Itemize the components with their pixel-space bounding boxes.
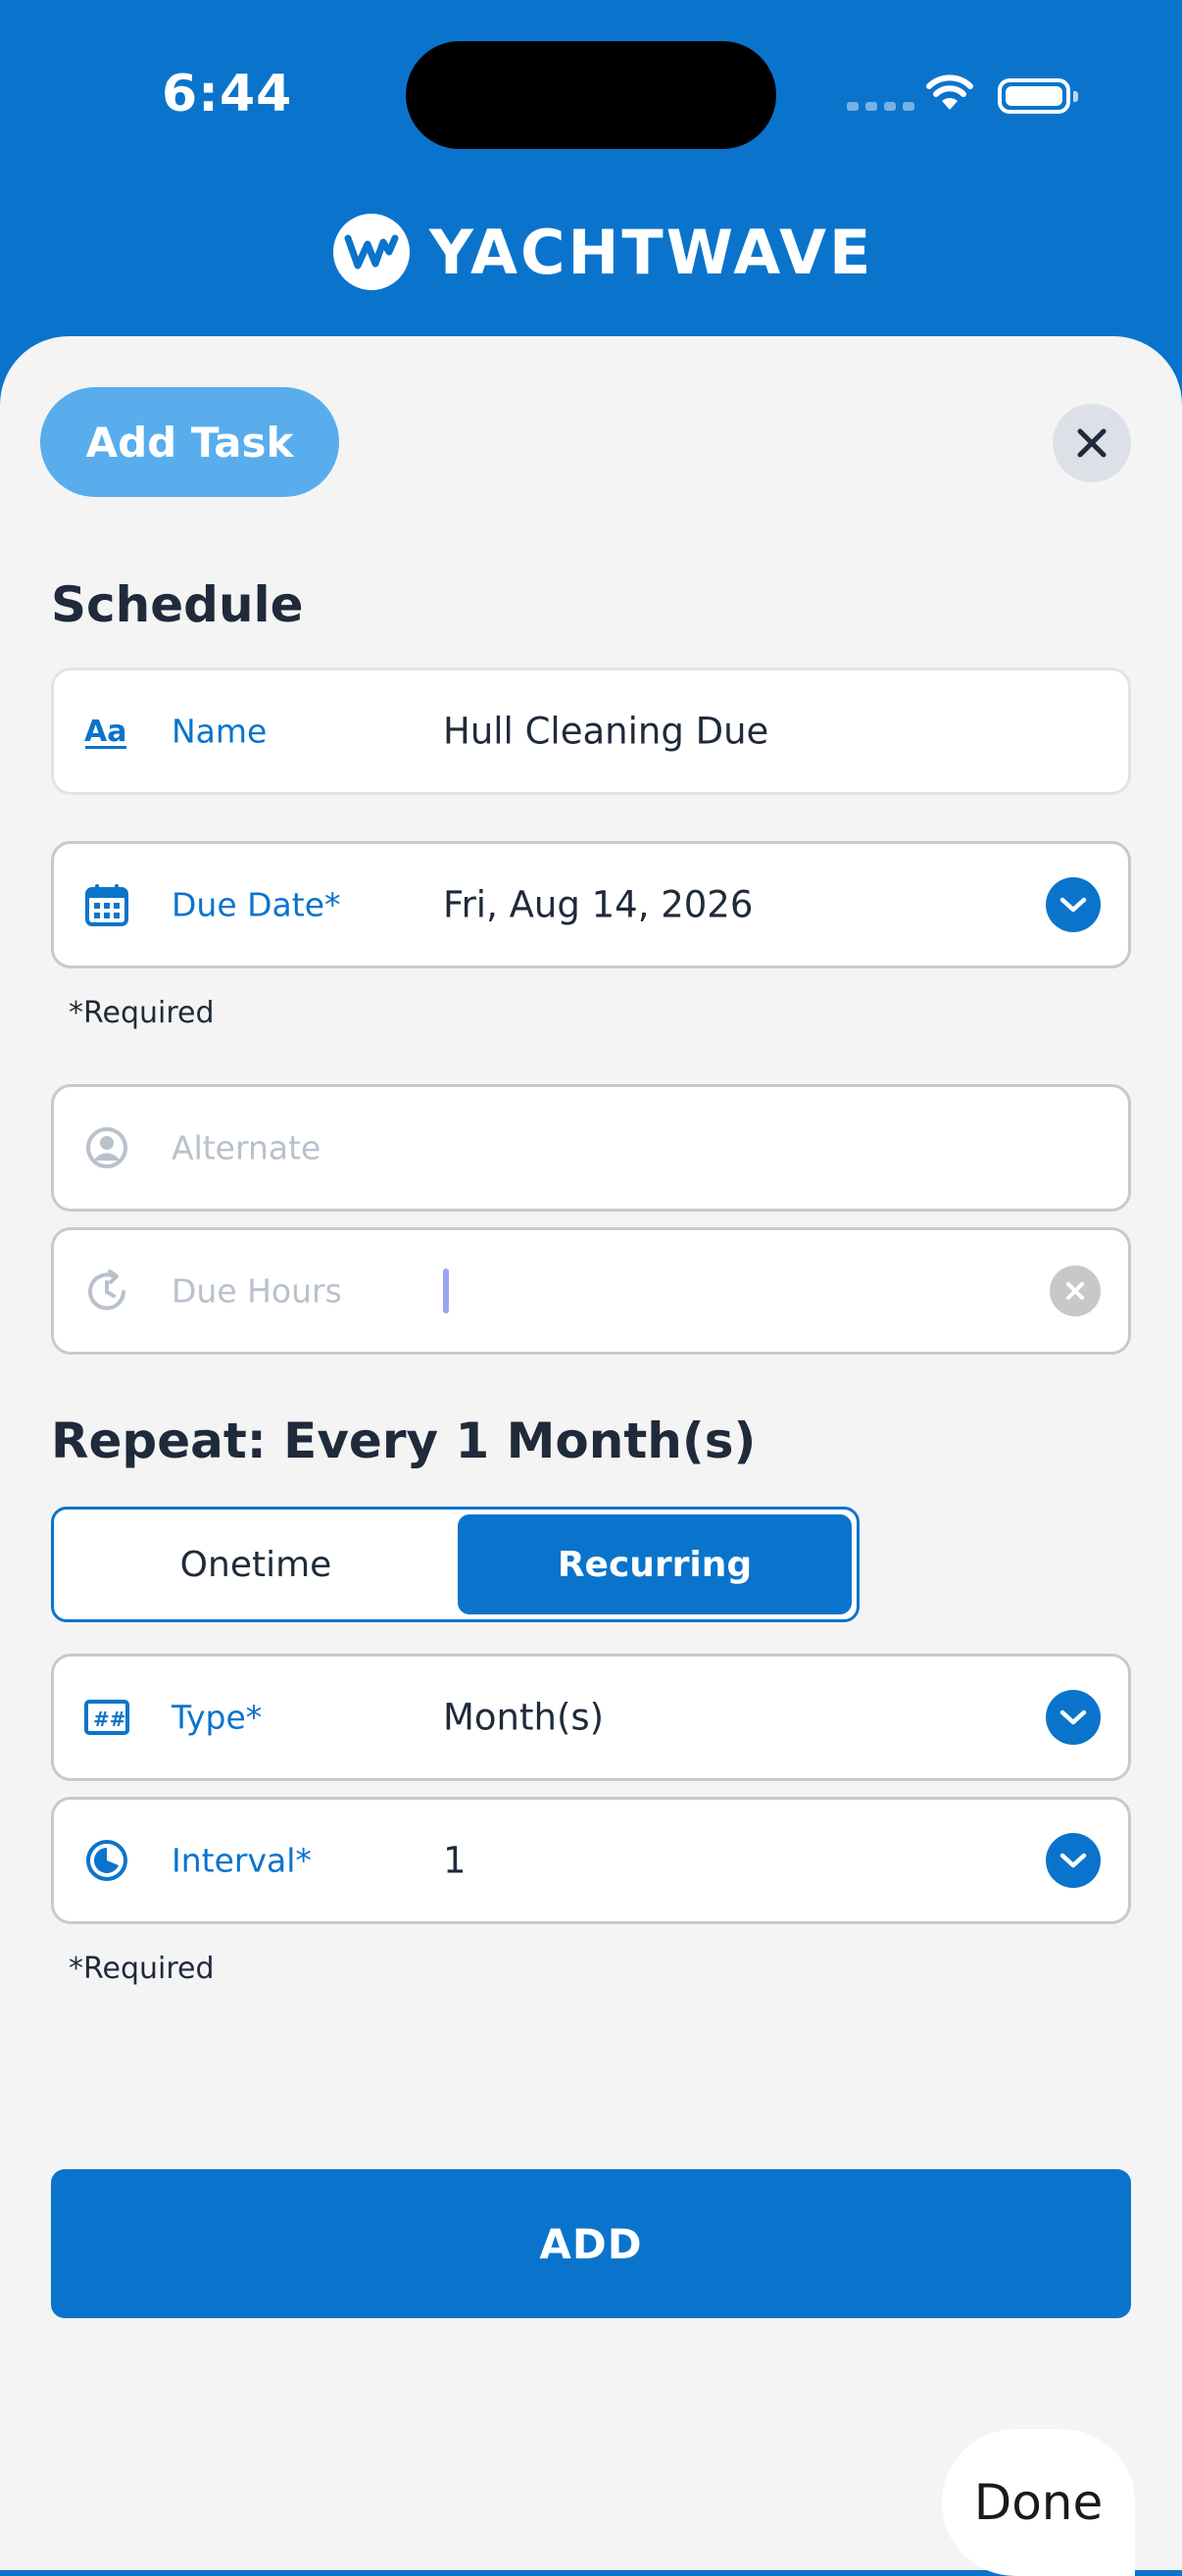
- repeat-title: Repeat: Every 1 Month(s): [51, 1412, 757, 1469]
- type-value: Month(s): [443, 1696, 605, 1739]
- status-time: 6:44: [162, 65, 293, 124]
- due-date-dropdown-button[interactable]: [1046, 877, 1101, 932]
- add-button[interactable]: ADD: [51, 2169, 1131, 2318]
- wifi-icon: [925, 73, 974, 116]
- interval-value: 1: [443, 1839, 467, 1882]
- clock-reset-icon: [83, 1267, 130, 1314]
- calendar-icon: [83, 881, 130, 928]
- chevron-down-icon: [1059, 1853, 1087, 1868]
- due-date-label: Due Date*: [172, 885, 341, 924]
- close-button[interactable]: [1053, 404, 1131, 482]
- interval-label: Interval*: [172, 1841, 312, 1880]
- interval-clock-icon: [83, 1837, 130, 1884]
- name-field[interactable]: Aa Name Hull Cleaning Due: [51, 668, 1131, 795]
- text-cursor: [443, 1268, 449, 1313]
- alternate-field[interactable]: Alternate: [51, 1084, 1131, 1212]
- segment-onetime[interactable]: Onetime: [59, 1514, 453, 1614]
- due-hours-field[interactable]: Due Hours: [51, 1227, 1131, 1355]
- interval-dropdown-button[interactable]: [1046, 1833, 1101, 1888]
- name-value: Hull Cleaning Due: [443, 710, 769, 753]
- brand-header: YACHTWAVE: [333, 211, 873, 293]
- type-label: Type*: [172, 1698, 263, 1737]
- due-hours-placeholder: Due Hours: [172, 1271, 342, 1311]
- battery-icon: [998, 78, 1078, 114]
- chevron-down-icon: [1059, 897, 1087, 913]
- svg-text:##: ##: [93, 1708, 126, 1731]
- interval-field[interactable]: Interval* 1: [51, 1797, 1131, 1924]
- name-label: Name: [172, 712, 268, 751]
- close-icon: [1077, 428, 1107, 458]
- schedule-required-note: *Required: [69, 996, 215, 1030]
- dynamic-island: [406, 41, 776, 149]
- brand-logo-icon: [333, 214, 410, 290]
- svg-text:Aa: Aa: [84, 715, 126, 749]
- type-dropdown-button[interactable]: [1046, 1690, 1101, 1745]
- due-date-value: Fri, Aug 14, 2026: [443, 883, 754, 926]
- segment-recurring[interactable]: Recurring: [458, 1514, 852, 1614]
- due-date-field[interactable]: Due Date* Fri, Aug 14, 2026: [51, 841, 1131, 968]
- type-field[interactable]: ## Type* Month(s): [51, 1654, 1131, 1781]
- due-hours-clear-button[interactable]: [1050, 1265, 1101, 1316]
- chevron-down-icon: [1059, 1709, 1087, 1725]
- repeat-required-note: *Required: [69, 1952, 215, 1986]
- brand-name: YACHTWAVE: [429, 216, 874, 288]
- user-circle-icon: [83, 1124, 130, 1171]
- hash-grid-icon: ##: [83, 1694, 130, 1741]
- cellular-signal-icon: [847, 102, 914, 111]
- keyboard-done-button[interactable]: Done: [942, 2429, 1135, 2576]
- alternate-placeholder: Alternate: [172, 1128, 321, 1167]
- add-task-title-pill: Add Task: [40, 387, 339, 497]
- text-format-icon: Aa: [83, 708, 130, 755]
- status-bar: 6:44: [0, 0, 1182, 186]
- clear-icon: [1066, 1282, 1084, 1300]
- repeat-segmented-control: Onetime Recurring: [51, 1507, 860, 1622]
- schedule-title: Schedule: [51, 576, 304, 633]
